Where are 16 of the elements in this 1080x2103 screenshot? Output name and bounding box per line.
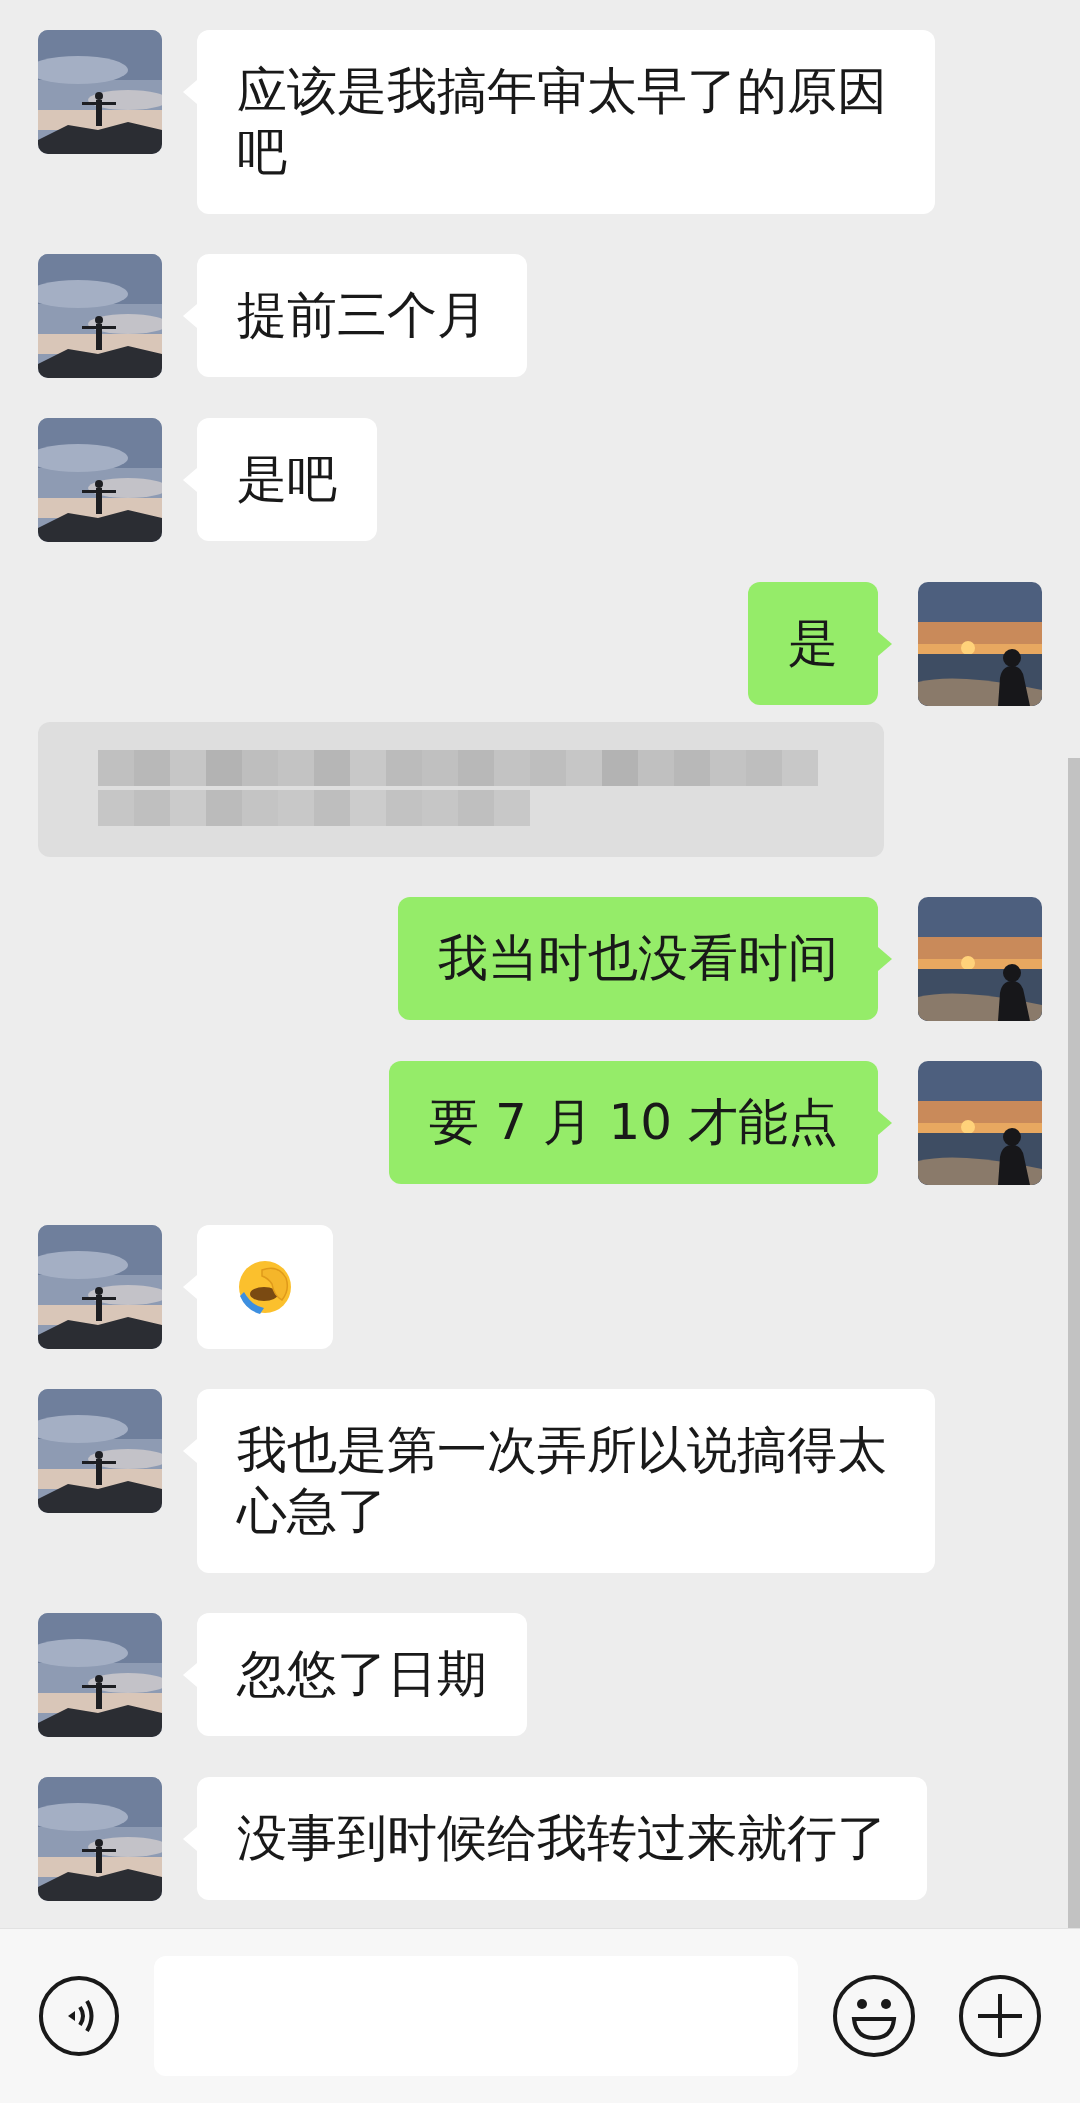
emoji-face-icon[interactable] (832, 1974, 916, 2058)
message-bubble: 我也是第一次弄所以说搞得太心急了 (197, 1389, 935, 1573)
message-bubble: 我当时也没看时间 (398, 897, 878, 1020)
message-bubble: 要 7 月 10 才能点 (389, 1061, 878, 1184)
message-bubble: 提前三个月 (197, 254, 527, 377)
message-bubble: 没事到时候给我转过来就行了 (197, 1777, 927, 1900)
plus-icon[interactable] (958, 1974, 1042, 2058)
bubble-tail (878, 1111, 892, 1135)
scrollbar[interactable] (1068, 758, 1080, 1928)
message-bubble: 是吧 (197, 418, 377, 541)
message-bubble: 是 (748, 582, 878, 705)
voice-icon[interactable] (38, 1975, 120, 2057)
message-bubble: 应该是我搞年审太早了的原因吧 (197, 30, 935, 214)
message-bubble: 忽悠了日期 (197, 1613, 527, 1736)
bubble-tail (878, 947, 892, 971)
bubble-tail (878, 632, 892, 656)
